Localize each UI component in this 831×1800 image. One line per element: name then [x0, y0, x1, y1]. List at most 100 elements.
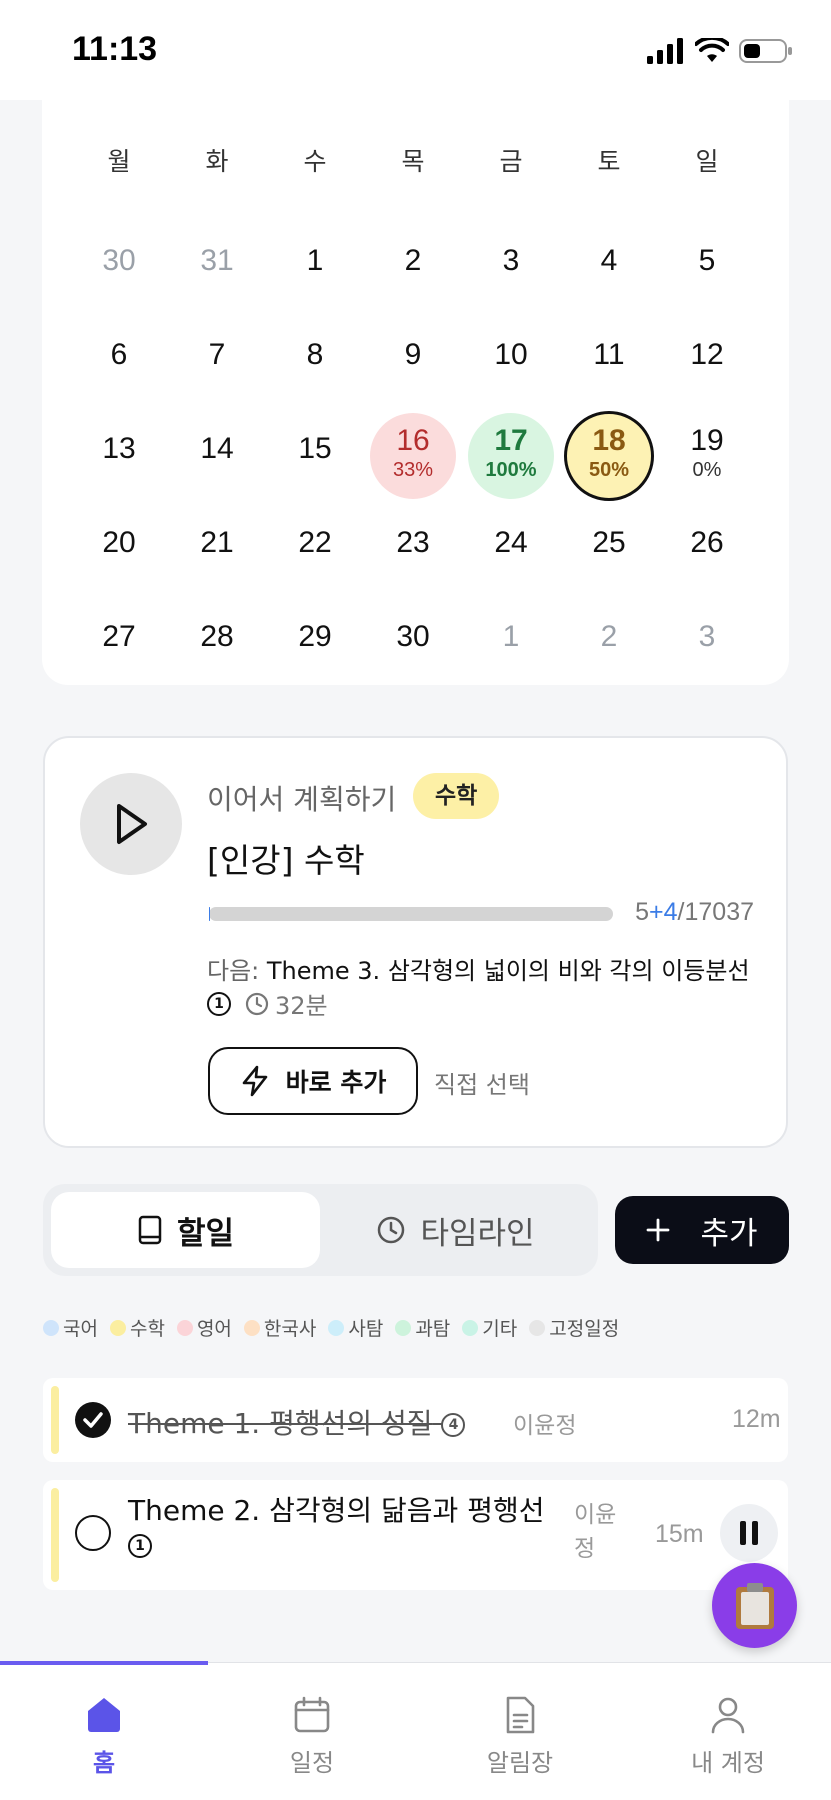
play-button[interactable]: [80, 773, 182, 875]
bottom-nav: 홈 일정 알림장 내 계정: [0, 1661, 831, 1800]
pause-button[interactable]: [720, 1504, 778, 1562]
calendar-day[interactable]: 4: [560, 243, 658, 329]
day-number: 2: [404, 244, 422, 277]
calendar-day[interactable]: 22: [266, 525, 364, 611]
calendar-day[interactable]: 18 50%: [560, 423, 658, 509]
calendar-day[interactable]: 20: [70, 525, 168, 611]
nav-schedule-label: 일정: [289, 1749, 335, 1777]
calendar-day[interactable]: 3: [462, 243, 560, 329]
nav-home[interactable]: 홈: [0, 1695, 208, 1778]
day-number: 2: [600, 620, 618, 653]
legend-label: 한국사: [263, 1318, 317, 1340]
legend-dot: [328, 1319, 345, 1336]
nav-schedule[interactable]: 일정: [208, 1695, 416, 1778]
legend-item: 기타: [462, 1314, 517, 1341]
nav-home-label: 홈: [92, 1749, 116, 1777]
legend-dot: [529, 1319, 546, 1336]
calendar-day[interactable]: 30: [364, 619, 462, 705]
checkbox-checked[interactable]: [75, 1402, 111, 1438]
clipboard-fab[interactable]: [712, 1563, 797, 1648]
calendar-day[interactable]: 8: [266, 337, 364, 423]
calendar-day[interactable]: 5: [658, 243, 756, 329]
day-number: 1: [306, 244, 324, 277]
calendar-day[interactable]: 7: [168, 337, 266, 423]
tab-todo-label: 할일: [176, 1215, 235, 1252]
calendar-day[interactable]: 29: [266, 619, 364, 705]
plus-icon: [647, 1218, 670, 1242]
clock-icon: [378, 1216, 405, 1244]
calendar-day[interactable]: 24: [462, 525, 560, 611]
duration-text: 32분: [275, 992, 328, 1020]
weekday-label: 금: [499, 147, 523, 176]
calendar-day[interactable]: 3: [658, 619, 756, 705]
day-number: 23: [396, 526, 430, 559]
nav-notice[interactable]: 알림장: [416, 1695, 624, 1778]
progress-bar: [209, 907, 613, 921]
subject-color-bar: [51, 1488, 59, 1582]
calendar-day[interactable]: 15: [266, 431, 364, 517]
calendar-day[interactable]: 9: [364, 337, 462, 423]
calendar-day[interactable]: 30: [70, 243, 168, 329]
continue-planning-card[interactable]: 이어서 계획하기 수학 [인강] 수학 5+4/17037 다음: Theme …: [43, 736, 788, 1148]
calendar-icon: [294, 1696, 330, 1733]
calendar-day[interactable]: 14: [168, 431, 266, 517]
day-number: 14: [200, 432, 234, 465]
calendar-day[interactable]: 17 100%: [462, 423, 560, 509]
next-lesson: 다음: Theme 3. 삼각형의 넓이의 비와 각의 이등분선: [207, 951, 767, 986]
count-badge: 4: [441, 1413, 466, 1437]
day-number: 12: [690, 338, 724, 371]
nav-account[interactable]: 내 계정: [624, 1695, 831, 1778]
calendar-day[interactable]: 31: [168, 243, 266, 329]
calendar-day[interactable]: 6: [70, 337, 168, 423]
todo-item[interactable]: Theme 2. 삼각형의 닮음과 평행선 1 이윤 정 15m: [43, 1480, 788, 1590]
day-number: 9: [404, 338, 422, 371]
calendar-day[interactable]: 27: [70, 619, 168, 705]
day-number: 17: [494, 424, 528, 457]
day-number: 5: [698, 244, 716, 277]
calendar-day[interactable]: 19 0%: [658, 423, 756, 509]
todo-item[interactable]: Theme 1. 평행선의 성질 4 이윤정 12m: [43, 1378, 788, 1462]
day-number: 18: [592, 424, 626, 457]
legend-item: 수학: [109, 1314, 165, 1341]
day-number: 21: [200, 526, 234, 559]
calendar-day[interactable]: 1: [266, 243, 364, 329]
progress-done: 5: [635, 898, 650, 926]
calendar-day[interactable]: 28: [168, 619, 266, 705]
calendar-day[interactable]: 25: [560, 525, 658, 611]
lightning-icon: [242, 1065, 267, 1097]
pause-icon: [752, 1521, 758, 1545]
next-lesson-meta: 1 32분: [207, 986, 328, 1021]
legend-item: 고정일정: [529, 1314, 619, 1341]
add-button[interactable]: 추가: [615, 1196, 789, 1264]
calendar-day[interactable]: 13: [70, 431, 168, 517]
calendar-day[interactable]: 23: [364, 525, 462, 611]
checkbox-unchecked[interactable]: [75, 1515, 111, 1551]
day-number: 13: [102, 432, 136, 465]
duration: 32분: [245, 986, 328, 1021]
legend-label: 수학: [129, 1318, 165, 1340]
calendar-day[interactable]: 2: [364, 243, 462, 329]
day-number: 11: [593, 338, 625, 371]
day-number: 26: [690, 526, 724, 559]
calendar-day[interactable]: 10: [462, 337, 560, 423]
day-number: 31: [200, 244, 234, 277]
day-number: 10: [494, 338, 528, 371]
direct-select-link[interactable]: 직접 선택: [434, 1065, 530, 1100]
view-toggle: 할일 타임라인: [43, 1184, 598, 1276]
calendar-day[interactable]: 26: [658, 525, 756, 611]
calendar-day[interactable]: 12: [658, 337, 756, 423]
quick-add-button[interactable]: 바로 추가: [208, 1047, 418, 1115]
nav-active-indicator: [0, 1661, 208, 1665]
status-icons: [647, 38, 793, 64]
calendar-day[interactable]: 2: [560, 619, 658, 705]
calendar-day[interactable]: 21: [168, 525, 266, 611]
todo-person: 이윤 정: [574, 1498, 616, 1566]
tab-timeline[interactable]: 타임라인: [321, 1192, 590, 1268]
next-lesson-title: Theme 3. 삼각형의 넓이의 비와 각의 이등분선: [259, 957, 750, 985]
day-number: 16: [396, 424, 430, 457]
subject-chip: 수학: [413, 773, 500, 819]
tab-todo[interactable]: 할일: [51, 1192, 320, 1268]
calendar-day[interactable]: 1: [462, 619, 560, 705]
day-number: 6: [110, 338, 128, 371]
calendar-day[interactable]: 16 33%: [364, 423, 462, 509]
